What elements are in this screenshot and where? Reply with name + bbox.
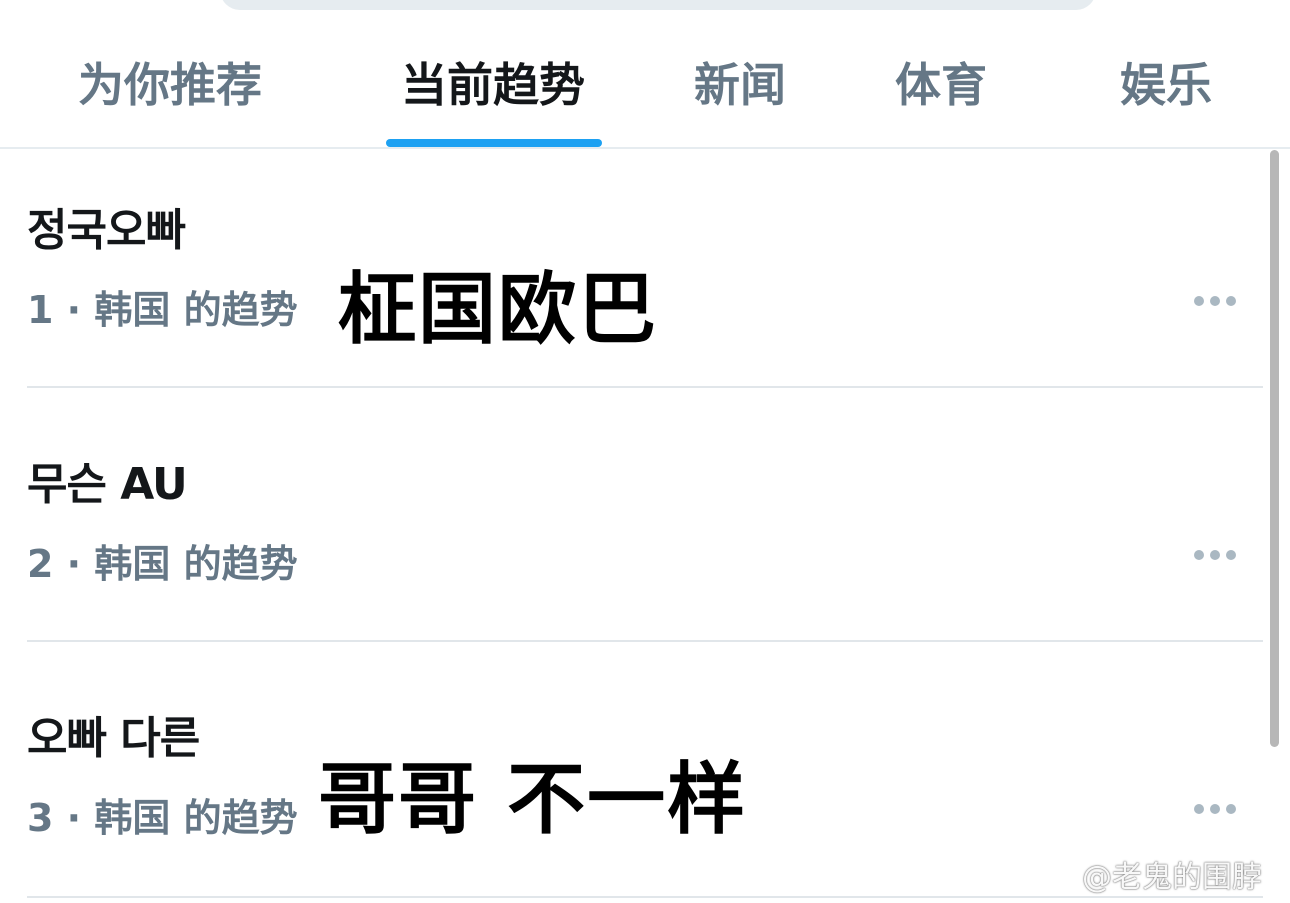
trend-meta: 2 · 韩国 的趋势 (27, 542, 298, 586)
watermark-text: @老鬼的围脖 (1082, 860, 1262, 895)
more-options-icon[interactable] (1188, 530, 1242, 580)
tab-news[interactable]: 新闻 (694, 50, 786, 120)
trend-meta: 3 · 韩国 的趋势 (27, 796, 298, 840)
trend-name: 무슨 AU (27, 459, 188, 510)
watermark: @老鬼的围脖 (1030, 852, 1262, 896)
trend-divider (27, 896, 1263, 898)
trend-name: 정국오빠 (27, 205, 186, 256)
translation-caption: 柾国欧巴 (338, 265, 659, 355)
weibo-icon (1030, 854, 1076, 894)
trends-screen: 为你推荐 当前趋势 新闻 体育 娱乐 정국오빠 1 · 韩国 的趋势 무슨 AU… (0, 0, 1290, 903)
scrollbar[interactable] (1270, 150, 1279, 747)
more-options-icon[interactable] (1188, 276, 1242, 326)
trend-name: 오빠 다른 (27, 713, 200, 764)
tab-bar: 为你推荐 当前趋势 新闻 体育 娱乐 (0, 0, 1290, 149)
trend-meta: 1 · 韩国 的趋势 (27, 288, 298, 332)
tab-for-you[interactable]: 为你推荐 (78, 50, 262, 120)
tab-trending[interactable]: 当前趋势 (401, 50, 585, 120)
translation-caption: 哥哥 不一样 (318, 755, 748, 845)
more-options-icon[interactable] (1188, 784, 1242, 834)
trend-item[interactable]: 무슨 AU 2 · 韩国 的趋势 (0, 388, 1263, 642)
tab-entertainment[interactable]: 娱乐 (1120, 50, 1212, 120)
tab-sports[interactable]: 体育 (895, 50, 987, 120)
